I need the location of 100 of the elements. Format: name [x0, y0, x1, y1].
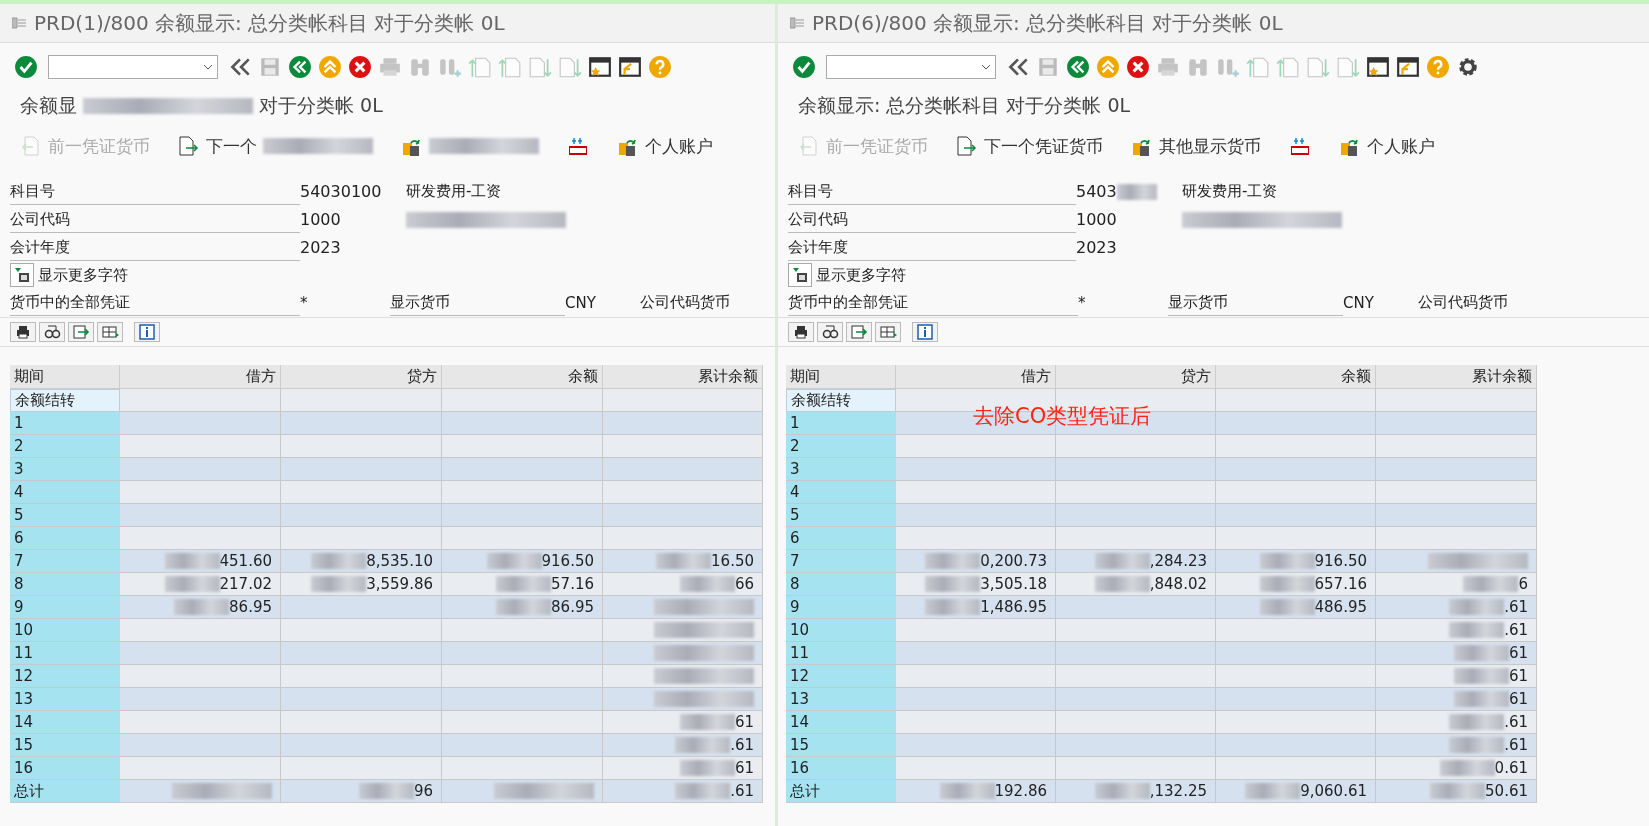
period-cell[interactable]: 余额结转 [10, 389, 120, 412]
command-field[interactable] [48, 55, 218, 79]
period-cell[interactable]: 11 [786, 642, 896, 665]
back-icon[interactable] [288, 55, 312, 79]
back-icon[interactable] [1066, 55, 1090, 79]
info-icon[interactable] [912, 322, 938, 342]
toolbar-button[interactable]: 个人账户 [1339, 134, 1435, 158]
page-arrow-icon [798, 135, 820, 157]
glasses-icon[interactable] [817, 322, 843, 342]
period-cell[interactable]: 11 [10, 642, 120, 665]
annotation-text: 去除CO类型凭证后 [973, 403, 1152, 430]
window-arrow-icon[interactable] [618, 55, 642, 79]
toolbar-button[interactable]: 下一个 [178, 134, 373, 158]
period-cell[interactable]: 15 [786, 734, 896, 757]
period-cell[interactable]: 7 [786, 550, 896, 573]
period-cell[interactable]: 14 [786, 711, 896, 734]
caret-icon [981, 64, 991, 70]
period-cell[interactable]: 16 [786, 757, 896, 780]
field-description: 研发费用-工资 [1182, 181, 1278, 200]
field-label: 显示货币 [390, 289, 565, 316]
period-cell[interactable]: 9 [10, 596, 120, 619]
period-cell[interactable]: 12 [786, 665, 896, 688]
amount-text: 8,535.10 [366, 552, 433, 570]
period-cell[interactable]: 余额结转 [786, 389, 896, 412]
amount-text: ,848.02 [1149, 575, 1207, 593]
period-cell[interactable]: 总计 [10, 780, 120, 803]
info-icon[interactable] [134, 322, 160, 342]
period-cell[interactable]: 6 [786, 527, 896, 550]
period-cell[interactable]: 9 [786, 596, 896, 619]
column-header[interactable]: 期间 [10, 365, 120, 389]
cancel-icon[interactable] [1126, 55, 1150, 79]
expand-label: 显示更多字符 [38, 265, 128, 285]
period-cell[interactable]: 3 [786, 458, 896, 481]
glasses-icon[interactable] [39, 322, 65, 342]
toolbar-button[interactable]: 个人账户 [617, 134, 713, 158]
expand-button[interactable] [788, 263, 812, 287]
period-cell[interactable]: 1 [786, 412, 896, 435]
printer-icon[interactable] [10, 322, 36, 342]
column-header[interactable]: 余额 [442, 365, 603, 389]
page-arrow-icon [178, 135, 200, 157]
column-header[interactable]: 借方 [896, 365, 1056, 389]
period-cell[interactable]: 8 [786, 573, 896, 596]
period-cell[interactable]: 16 [10, 757, 120, 780]
column-header[interactable]: 贷方 [281, 365, 442, 389]
amount-text: 61 [734, 759, 754, 777]
period-cell[interactable]: 12 [10, 665, 120, 688]
period-cell[interactable]: 4 [786, 481, 896, 504]
toolbar-button[interactable] [1289, 135, 1311, 157]
period-cell[interactable]: 6 [10, 527, 120, 550]
column-header[interactable]: 期间 [786, 365, 896, 389]
amount-text: 61 [1508, 644, 1528, 662]
period-cell[interactable]: 5 [10, 504, 120, 527]
period-cell[interactable]: 2 [786, 435, 896, 458]
field-label: 货币中的全部凭证 [10, 289, 300, 316]
checkmark-icon[interactable] [792, 55, 816, 79]
toolbar-button[interactable] [401, 135, 539, 157]
column-header[interactable]: 借方 [120, 365, 281, 389]
period-cell[interactable]: 2 [10, 435, 120, 458]
window-star-icon[interactable] [1366, 55, 1390, 79]
grid-icon[interactable] [97, 322, 123, 342]
settings-icon[interactable] [1456, 55, 1480, 79]
column-header[interactable]: 累计余额 [1376, 365, 1537, 389]
printer-icon[interactable] [788, 322, 814, 342]
field-label: 会计年度 [788, 233, 1076, 261]
period-cell[interactable]: 15 [10, 734, 120, 757]
amount-text: 451.60 [219, 552, 272, 570]
window-arrow-icon[interactable] [1396, 55, 1420, 79]
window-star-icon[interactable] [588, 55, 612, 79]
column-header[interactable]: 余额 [1216, 365, 1376, 389]
amount-text: .61 [1504, 713, 1528, 731]
field-label: 科目号 [788, 177, 1076, 205]
field-value: 5403 [1076, 181, 1117, 201]
period-cell[interactable]: 14 [10, 711, 120, 734]
period-cell[interactable]: 10 [10, 619, 120, 642]
period-cell[interactable]: 1 [10, 412, 120, 435]
toolbar-button[interactable] [567, 135, 589, 157]
expand-button[interactable] [10, 263, 34, 287]
period-cell[interactable]: 8 [10, 573, 120, 596]
screen-title: 余额显示: 总分类帐科目 对于分类帐 0L [798, 93, 1131, 118]
period-cell[interactable]: 3 [10, 458, 120, 481]
period-cell[interactable]: 13 [786, 688, 896, 711]
grid-icon[interactable] [875, 322, 901, 342]
cancel-icon[interactable] [348, 55, 372, 79]
export-icon[interactable] [68, 322, 94, 342]
amount-text: ,284.23 [1149, 552, 1207, 570]
period-cell[interactable]: 总计 [786, 780, 896, 803]
period-cell[interactable]: 7 [10, 550, 120, 573]
toolbar-button[interactable]: 其他显示货币 [1131, 134, 1261, 158]
amount-text: 66 [734, 575, 754, 593]
period-cell[interactable]: 4 [10, 481, 120, 504]
export-icon[interactable] [846, 322, 872, 342]
period-cell[interactable]: 5 [786, 504, 896, 527]
column-header[interactable]: 贷方 [1056, 365, 1216, 389]
toolbar-button[interactable]: 下一个凭证货币 [956, 134, 1103, 158]
checkmark-icon[interactable] [14, 55, 38, 79]
period-cell[interactable]: 10 [786, 619, 896, 642]
column-header[interactable]: 累计余额 [603, 365, 763, 389]
window-icon [14, 267, 30, 283]
period-cell[interactable]: 13 [10, 688, 120, 711]
command-field[interactable] [826, 55, 996, 79]
